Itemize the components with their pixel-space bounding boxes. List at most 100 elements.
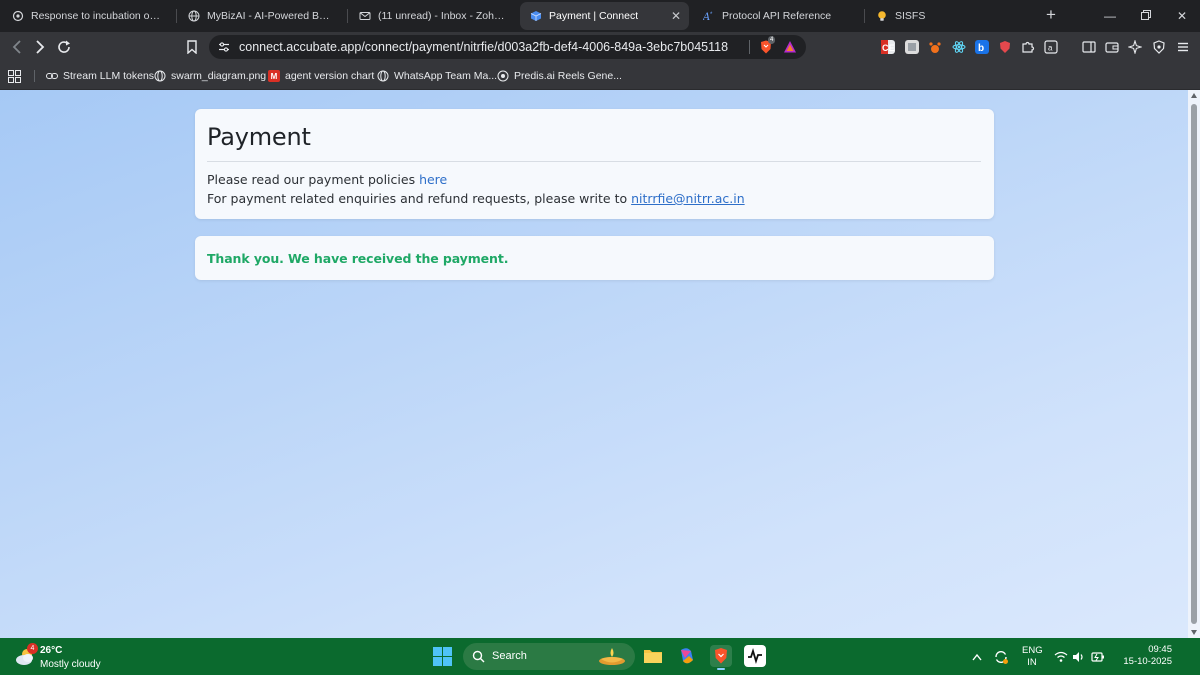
- system-clock[interactable]: 09:45 15-10-2025: [1112, 644, 1172, 668]
- globe-icon: [188, 10, 200, 22]
- tab-payment-connect[interactable]: Payment | Connect ✕: [520, 2, 689, 30]
- show-hidden-icons-button[interactable]: [970, 638, 984, 675]
- bookmark-whatsapp-team[interactable]: WhatsApp Team Ma...: [377, 68, 497, 84]
- vpn-icon[interactable]: [1152, 40, 1166, 54]
- apps-grid-button[interactable]: [8, 68, 21, 84]
- tab-sisfs[interactable]: SISFS: [866, 2, 1034, 30]
- tab-title: SISFS: [895, 10, 926, 22]
- brave-shields-button[interactable]: 4: [758, 36, 776, 55]
- taskbar-app-pulse[interactable]: [744, 645, 766, 667]
- scroll-down-arrow-icon[interactable]: [1191, 630, 1197, 635]
- back-arrow-icon: [12, 40, 21, 54]
- support-email-link[interactable]: nitrrfie@nitrr.ac.in: [631, 191, 745, 206]
- menu-icon[interactable]: [1176, 40, 1190, 54]
- close-window-button[interactable]: ✕: [1172, 6, 1192, 26]
- bookmark-predis-ai[interactable]: Predis.ai Reels Gene...: [497, 68, 622, 84]
- search-highlight-diya-icon: [599, 648, 625, 665]
- active-app-indicator: [717, 668, 725, 670]
- svg-text:a: a: [1048, 44, 1053, 53]
- enquiry-line: For payment related enquiries and refund…: [207, 191, 745, 206]
- bookmark-stream-llm[interactable]: Stream LLM tokens: [46, 68, 154, 84]
- bookmark-agent-version-chart[interactable]: M agent version chart: [268, 68, 374, 84]
- extension-translate-icon[interactable]: a: [1044, 40, 1058, 54]
- bookmarks-divider: [34, 70, 35, 82]
- bulb-icon: [876, 10, 888, 22]
- weather-widget[interactable]: 4 26°C Mostly cloudy: [12, 643, 122, 671]
- tab-zoho-mail[interactable]: (11 unread) - Inbox - Zoho Mail: [349, 2, 517, 30]
- policy-text: Please read our payment policies: [207, 172, 420, 187]
- browser-toolbar: connect.accubate.app/connect/payment/nit…: [0, 32, 1200, 62]
- weather-condition: Mostly cloudy: [40, 659, 101, 670]
- pulse-wave-icon: [748, 648, 762, 664]
- forward-arrow-icon: [36, 40, 45, 54]
- scroll-up-arrow-icon[interactable]: [1191, 93, 1197, 98]
- bookmark-label: agent version chart: [285, 70, 375, 82]
- tab-title: Protocol API Reference: [722, 10, 832, 22]
- address-bar[interactable]: connect.accubate.app/connect/payment/nit…: [209, 35, 806, 59]
- clock-date: 15-10-2025: [1123, 656, 1172, 667]
- reload-button[interactable]: [55, 38, 73, 56]
- cube-icon: [530, 10, 542, 22]
- tab-protocol-api[interactable]: A * Protocol API Reference: [693, 2, 861, 30]
- gmail-icon: M: [268, 70, 280, 82]
- wifi-button[interactable]: [1053, 638, 1069, 675]
- extension-paw-icon[interactable]: [928, 40, 942, 54]
- wallet-icon[interactable]: [1105, 40, 1119, 54]
- bookmark-label: Stream LLM tokens: [63, 70, 155, 82]
- new-tab-button[interactable]: +: [1042, 6, 1060, 24]
- bookmark-button[interactable]: [183, 38, 201, 56]
- windows-logo-icon: [433, 647, 452, 666]
- forward-button[interactable]: [31, 38, 49, 56]
- leo-ai-icon[interactable]: [1127, 39, 1143, 55]
- input-language-button[interactable]: ENG IN: [1022, 645, 1043, 669]
- taskbar-search[interactable]: Search: [463, 643, 635, 670]
- minimize-button[interactable]: —: [1100, 6, 1120, 26]
- tab-title: Response to incubation offer: [31, 10, 162, 22]
- copilot-icon: [681, 648, 693, 664]
- clock-time: 09:45: [1148, 644, 1172, 655]
- success-message: Thank you. We have received the payment.: [207, 251, 509, 266]
- start-button[interactable]: [433, 647, 452, 666]
- sync-status-button[interactable]: [992, 638, 1010, 675]
- svg-text:b: b: [978, 43, 984, 54]
- battery-button[interactable]: [1090, 638, 1106, 675]
- restore-button[interactable]: [1136, 6, 1156, 26]
- globe-icon: [377, 70, 389, 82]
- site-settings-icon: [219, 42, 229, 52]
- brave-rewards-button[interactable]: [783, 40, 797, 54]
- scrollbar-thumb[interactable]: [1191, 104, 1197, 624]
- page-scrollbar[interactable]: [1188, 90, 1200, 638]
- language-code: ENG: [1022, 645, 1043, 656]
- extension-react-devtools-icon[interactable]: [952, 40, 966, 54]
- back-button[interactable]: [8, 38, 26, 56]
- extension-b-icon[interactable]: b: [975, 40, 989, 54]
- close-tab-icon[interactable]: ✕: [671, 9, 681, 23]
- payment-info-card: Payment Please read our payment policies…: [195, 109, 994, 219]
- apps-grid-icon: [8, 69, 21, 83]
- svg-text:CE: CE: [882, 43, 895, 53]
- page-title: Payment: [207, 123, 311, 151]
- title-divider: [207, 161, 981, 162]
- omnibox-divider: [749, 40, 750, 54]
- taskbar-file-explorer[interactable]: [642, 645, 664, 667]
- extension-ce-icon[interactable]: CE: [881, 40, 895, 54]
- extension-notes-icon[interactable]: [905, 40, 919, 54]
- sidebar-toggle-icon[interactable]: [1082, 40, 1096, 54]
- bookmark-label: Predis.ai Reels Gene...: [514, 70, 622, 82]
- extension-puzzle-icon[interactable]: [1021, 40, 1035, 54]
- volume-button[interactable]: [1071, 638, 1087, 675]
- search-label: Search: [492, 650, 527, 662]
- bookmark-swarm-diagram[interactable]: swarm_diagram.png: [154, 68, 266, 84]
- tab-mybizai[interactable]: MyBizAI - AI-Powered Business I: [178, 2, 343, 30]
- policy-link[interactable]: here: [419, 172, 447, 187]
- page-viewport: Payment Please read our payment policies…: [0, 90, 1188, 638]
- ai-spark-icon: A *: [703, 10, 715, 22]
- extension-shield-icon[interactable]: [998, 40, 1012, 54]
- restore-icon: [1141, 10, 1151, 20]
- folder-icon: [644, 650, 662, 663]
- weather-alert-badge: 4: [27, 643, 38, 654]
- tab-response-incubation[interactable]: Response to incubation offer: [2, 2, 172, 30]
- taskbar-copilot[interactable]: [676, 645, 698, 667]
- taskbar-brave-browser[interactable]: [710, 645, 732, 670]
- bookmark-icon: [187, 40, 197, 54]
